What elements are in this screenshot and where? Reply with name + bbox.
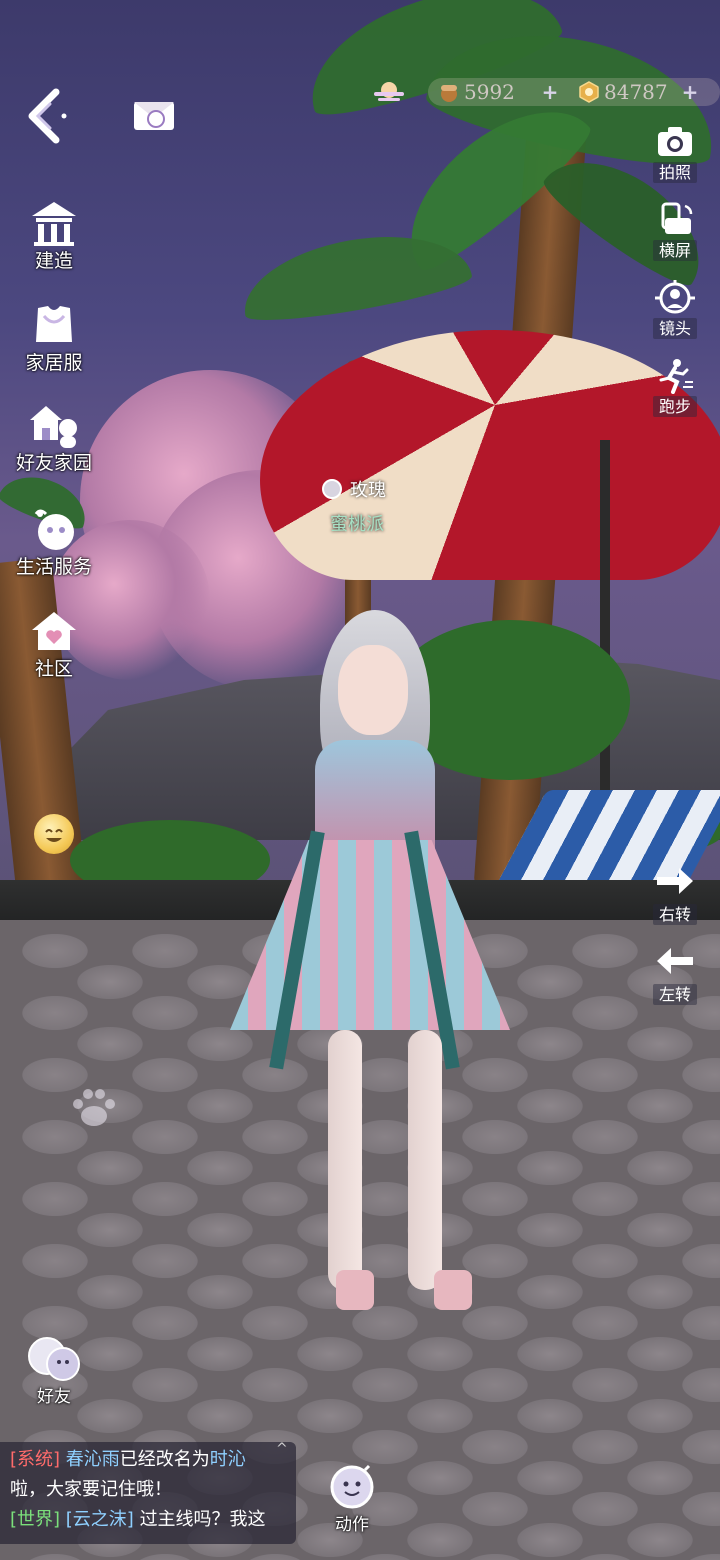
menu-friend-home[interactable]: 好友家园 — [8, 402, 100, 474]
menu-run[interactable]: 跑步 — [642, 358, 708, 417]
turn-right-button[interactable]: 右转 — [645, 866, 705, 925]
turn-left-button[interactable]: 左转 — [645, 946, 705, 1005]
friends-button[interactable]: 好友 — [22, 1334, 86, 1408]
menu-community[interactable]: 社区 — [8, 608, 100, 680]
menu-camera[interactable]: 拍照 — [642, 124, 708, 183]
smile-icon — [45, 829, 63, 842]
chat-text: 过主线吗？我这 — [139, 1509, 266, 1530]
build-icon — [28, 200, 80, 248]
gold-currency: 84787 — [578, 78, 668, 106]
chat-text: 已经改名为 — [119, 1449, 210, 1470]
action-label: 动作 — [335, 1515, 369, 1535]
menu-lens-label: 镜头 — [652, 318, 697, 339]
action-button[interactable]: 动作 — [322, 1462, 382, 1536]
friends-icon — [25, 1334, 83, 1386]
rotate-screen-icon — [655, 202, 695, 238]
currency-bar: 5992 + 84787 + — [428, 78, 720, 106]
add-acorn-button[interactable]: + — [540, 82, 560, 102]
acorn-value: 5992 — [464, 80, 515, 104]
chat-channel: [世界] — [10, 1509, 61, 1530]
menu-build-label: 建造 — [34, 250, 73, 272]
chat-expand-button[interactable]: ^ — [276, 1442, 290, 1456]
menu-lens[interactable]: 镜头 — [642, 280, 708, 339]
menu-run-label: 跑步 — [652, 396, 697, 417]
menu-build[interactable]: 建造 — [8, 200, 100, 272]
character-face — [338, 645, 408, 735]
sunset-icon[interactable] — [372, 78, 406, 106]
life-service-icon — [28, 506, 80, 554]
camera-icon — [655, 124, 695, 160]
chat-message: [世界] [云之沫] 过主线吗？我这 — [10, 1508, 266, 1532]
player-guild: 蜜桃派 — [330, 514, 384, 535]
chat-sender[interactable]: 春沁雨 — [66, 1449, 120, 1470]
menu-life-service[interactable]: 生活服务 — [8, 506, 100, 578]
character-shoe — [434, 1270, 472, 1310]
chat-message: [系统] 春沁雨已经改名为时沁 — [10, 1448, 246, 1472]
chat-panel[interactable]: ^ [系统] 春沁雨已经改名为时沁 啦，大家要记住哦！ [世界] [云之沫] 过… — [0, 1442, 296, 1544]
menu-rotate-screen-label: 横屏 — [652, 240, 697, 261]
character-shoe — [336, 1270, 374, 1310]
menu-rotate-screen[interactable]: 横屏 — [642, 202, 708, 261]
player-name-tag: 玫瑰 蜜桃派 — [320, 476, 440, 536]
add-gold-button[interactable]: + — [680, 82, 700, 102]
chat-message: 啦，大家要记住哦！ — [10, 1478, 172, 1502]
arrow-left-icon — [655, 946, 695, 982]
menu-community-label: 社区 — [34, 658, 73, 680]
back-button[interactable] — [24, 88, 74, 144]
emoji-button[interactable] — [34, 814, 74, 854]
run-icon — [655, 358, 695, 394]
gold-value: 84787 — [604, 80, 668, 104]
chat-sender[interactable]: 时沁 — [210, 1449, 246, 1470]
chat-sender[interactable]: [云之沫] — [66, 1509, 134, 1530]
chat-text: 啦，大家要记住哦！ — [10, 1479, 172, 1500]
back-chevron-icon — [28, 88, 67, 144]
character-leg — [408, 1030, 442, 1290]
menu-camera-label: 拍照 — [652, 162, 697, 183]
rank-badge-icon — [322, 479, 342, 499]
acorn-coin-icon — [441, 85, 457, 102]
character-skirt — [230, 840, 510, 1030]
player-name: 玫瑰 — [350, 480, 386, 501]
menu-life-service-label: 生活服务 — [15, 556, 92, 578]
menu-homewear[interactable]: 家居服 — [8, 302, 100, 374]
community-icon — [28, 608, 80, 656]
mail-button[interactable] — [128, 98, 180, 134]
game-scene[interactable] — [0, 0, 720, 1560]
arrow-right-icon — [655, 866, 695, 902]
friends-label: 好友 — [37, 1387, 71, 1407]
acorn-currency: 5992 — [438, 78, 515, 106]
menu-homewear-label: 家居服 — [25, 352, 83, 374]
turn-left-label: 左转 — [652, 984, 697, 1005]
player-character[interactable] — [220, 610, 520, 1320]
paw-icon[interactable] — [66, 1084, 122, 1130]
menu-friend-home-label: 好友家园 — [15, 452, 92, 474]
turn-right-label: 右转 — [652, 904, 697, 925]
homewear-icon — [28, 302, 80, 350]
character-leg — [328, 1030, 362, 1290]
lens-icon — [655, 280, 695, 316]
gold-coin-icon — [579, 81, 599, 103]
friend-home-icon — [28, 402, 80, 450]
action-icon — [327, 1462, 377, 1512]
chat-channel: [系统] — [10, 1449, 61, 1470]
